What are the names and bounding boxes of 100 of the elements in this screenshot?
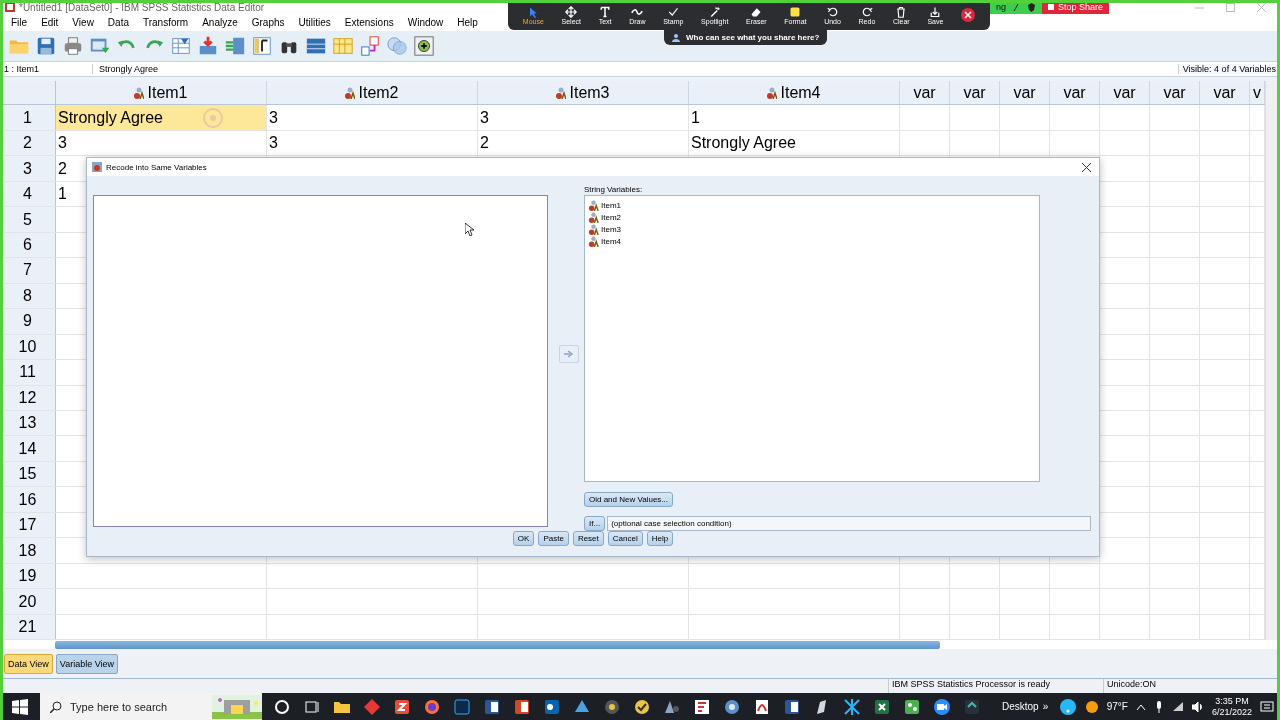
- string-variable-icon: [588, 200, 599, 212]
- cell-value: Strongly Agree: [98, 63, 160, 74]
- list-item[interactable]: Item4: [588, 236, 1036, 248]
- column-header[interactable]: var: [950, 80, 1000, 105]
- video-icon[interactable]: [932, 696, 952, 717]
- menu-item[interactable]: Graphs: [244, 17, 292, 29]
- column-header[interactable]: Item4: [689, 80, 900, 105]
- close-icon[interactable]: [961, 8, 975, 22]
- search-icon: [50, 700, 62, 713]
- dialog-button[interactable]: Help: [646, 531, 674, 547]
- row-number[interactable]: 14: [0, 436, 56, 461]
- table-cell[interactable]: 1: [689, 105, 900, 130]
- list-label: String Variables:: [584, 185, 644, 196]
- menu-item[interactable]: View: [65, 17, 101, 29]
- statistics-icon[interactable]: [251, 34, 273, 57]
- menu-item[interactable]: Edit: [34, 17, 66, 29]
- click-ring-icon: [202, 106, 224, 129]
- photoshop-icon[interactable]: [452, 696, 472, 717]
- undo-icon: [826, 5, 839, 18]
- table-cell[interactable]: 3: [478, 105, 689, 130]
- list-item[interactable]: Item1: [588, 200, 1036, 212]
- menu-item[interactable]: Help: [450, 17, 485, 29]
- dialog-button[interactable]: Paste: [538, 531, 569, 547]
- row-number[interactable]: 16: [0, 487, 56, 512]
- format-icon: [789, 5, 802, 18]
- column-header[interactable]: var: [1200, 80, 1250, 105]
- table-cell[interactable]: Strongly Agree: [689, 130, 900, 156]
- help-icon[interactable]: [1058, 697, 1077, 716]
- row-number[interactable]: 13: [0, 411, 56, 436]
- row-number[interactable]: 9: [0, 309, 56, 334]
- add-icon[interactable]: [413, 34, 435, 57]
- dialog-button[interactable]: Cancel: [607, 531, 643, 547]
- move-icon: [565, 5, 578, 18]
- clock[interactable]: 3:35 PM 6/21/2022: [1211, 695, 1252, 718]
- table-cell[interactable]: 3: [267, 105, 478, 130]
- dialog-button[interactable]: OK: [512, 531, 535, 547]
- share-visibility-hint[interactable]: Who can see what you share here?: [664, 30, 828, 45]
- string-variable-icon: [588, 236, 599, 248]
- column-header[interactable]: Item2: [267, 80, 478, 105]
- list-item[interactable]: Item2: [588, 212, 1036, 224]
- column-header[interactable]: var: [1050, 80, 1100, 105]
- wifi-icon[interactable]: [1171, 701, 1184, 712]
- table-cell[interactable]: 2: [478, 130, 689, 156]
- go-to-variable-icon[interactable]: [197, 34, 219, 57]
- tab[interactable]: Variable View: [55, 653, 119, 674]
- menu-item[interactable]: Utilities: [291, 17, 338, 29]
- spotlight-icon: [708, 5, 721, 18]
- variable-icon: [556, 86, 567, 99]
- variable-icon: [134, 86, 145, 99]
- arrow-right-icon: [564, 349, 574, 358]
- recode-icon: [92, 162, 102, 173]
- menu-item[interactable]: Analyze: [195, 17, 245, 29]
- variable-icon: [767, 86, 778, 99]
- table-cell[interactable]: Strongly Agree: [56, 105, 267, 130]
- column-header[interactable]: var: [900, 80, 950, 105]
- column-header[interactable]: var: [1100, 80, 1150, 105]
- row-number[interactable]: 5: [0, 207, 56, 232]
- overflow-button[interactable]: »: [1042, 701, 1049, 712]
- redo-icon: [860, 5, 873, 18]
- visible-variables: Visible: 4 of 4 Variables: [1177, 63, 1280, 74]
- menu-item[interactable]: Transform: [136, 17, 196, 29]
- column-header[interactable]: var: [1000, 80, 1050, 105]
- list-item[interactable]: Item3: [588, 224, 1036, 236]
- chevron-up-icon[interactable]: [1135, 702, 1146, 711]
- menu-item[interactable]: Window: [400, 17, 451, 29]
- start-icon[interactable]: [12, 698, 28, 715]
- menu-item[interactable]: File: [4, 17, 35, 29]
- text-icon: [599, 5, 612, 18]
- dialog-button[interactable]: Reset: [572, 531, 604, 547]
- window-title: *Untitled1 [DataSet0] - IBM SPSS Statistics Data Editor: [19, 2, 265, 13]
- source-variables-list[interactable]: Item1 Item2 Item3 Item4: [584, 195, 1040, 483]
- table-cell[interactable]: 3: [56, 130, 267, 156]
- condition-field[interactable]: (optional case selection condition): [607, 516, 1091, 532]
- desktop-label[interactable]: Desktop: [1002, 701, 1039, 712]
- if-button[interactable]: If...: [584, 516, 606, 532]
- old-and-new-values-button[interactable]: Old and New Values...: [584, 492, 673, 508]
- pin-icon: [1012, 2, 1021, 12]
- table-cell[interactable]: 3: [267, 130, 478, 156]
- tab[interactable]: Data View: [4, 653, 53, 674]
- column-header[interactable]: Item1: [56, 80, 267, 105]
- sun-icon: [1084, 699, 1099, 714]
- horizontal-scrollbar[interactable]: [55, 640, 940, 649]
- column-header[interactable]: var: [1150, 80, 1200, 105]
- close-icon[interactable]: [1082, 162, 1091, 172]
- row-number[interactable]: 11: [0, 360, 56, 385]
- column-header[interactable]: Item3: [478, 80, 689, 105]
- row-number[interactable]: 20: [0, 589, 56, 614]
- menu-item[interactable]: Data: [100, 17, 136, 29]
- printer-icon[interactable]: [62, 34, 84, 57]
- speaker-icon[interactable]: [1191, 701, 1204, 712]
- row-number[interactable]: 18: [0, 538, 56, 563]
- row-number[interactable]: 3: [0, 156, 56, 181]
- diamond-icon[interactable]: [362, 696, 382, 717]
- value-labels-icon[interactable]: [359, 34, 381, 57]
- row-number[interactable]: 1: [0, 105, 56, 130]
- temperature[interactable]: 97°F: [1106, 701, 1128, 712]
- notification-icon[interactable]: [1260, 699, 1274, 714]
- menu-item[interactable]: Extensions: [337, 17, 401, 29]
- row-number[interactable]: 7: [0, 258, 56, 283]
- search-field[interactable]: Type here to search: [40, 693, 262, 720]
